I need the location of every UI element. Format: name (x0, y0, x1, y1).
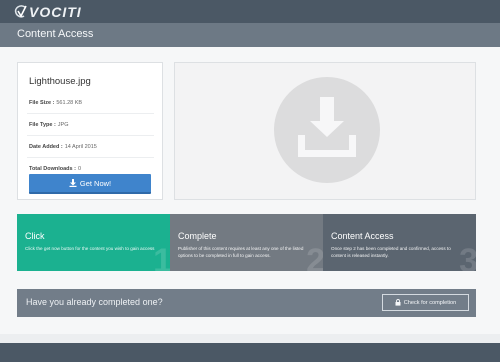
title-bar: Content Access (0, 23, 500, 47)
logo[interactable]: VOCITI (14, 2, 82, 21)
check-completion-bar: Have you already completed one? Check fo… (17, 289, 476, 317)
meta-value: 561.28 KB (56, 99, 83, 106)
download-placeholder-icon (274, 77, 380, 183)
get-now-button[interactable]: Get Now! (29, 174, 151, 194)
step-content-access: Content Access Once step 2 has been comp… (323, 214, 476, 271)
footer (0, 343, 500, 362)
lock-icon (395, 299, 401, 306)
file-info-card: Lighthouse.jpg File Size : 561.28 KB Fil… (17, 62, 163, 200)
get-now-label: Get Now! (79, 178, 112, 188)
meta-label: File Type : (29, 121, 56, 128)
meta-label: Date Added : (29, 143, 63, 150)
step-complete: Complete Publisher of this content requi… (170, 214, 323, 271)
meta-row-file-size: File Size : 561.28 KB (27, 92, 154, 114)
download-icon (69, 179, 77, 187)
top-bar: VOCITI (0, 0, 500, 23)
file-name: Lighthouse.jpg (29, 76, 91, 87)
logo-swirl-icon (14, 4, 27, 18)
file-preview (174, 62, 476, 200)
meta-label: Total Downloads : (29, 166, 76, 172)
meta-value: 0 (77, 166, 82, 172)
step-title: Complete (178, 231, 217, 241)
step-number: 3 (459, 242, 476, 271)
meta-label: File Size : (29, 99, 55, 106)
meta-row-date-added: Date Added : 14 April 2015 (27, 136, 154, 158)
step-title: Content Access (331, 231, 394, 241)
step-description: Once step 2 has been completed and confi… (331, 246, 451, 259)
meta-row-file-type: File Type : JPG (27, 114, 154, 136)
check-for-completion-button[interactable]: Check for completion (382, 294, 469, 311)
check-button-label: Check for completion (403, 299, 457, 306)
check-prompt: Have you already completed one? (26, 297, 163, 307)
step-number: 2 (306, 242, 323, 271)
step-number: 1 (153, 242, 170, 271)
steps-panel: Click Click the get now button for the c… (17, 214, 476, 271)
step-click: Click Click the get now button for the c… (17, 214, 170, 271)
meta-value: JPG (57, 121, 69, 128)
step-description: Click the get now button for the content… (25, 246, 155, 251)
step-title: Click (25, 231, 45, 241)
meta-value: 14 April 2015 (64, 143, 97, 150)
step-description: Publisher of this content requires at le… (178, 246, 304, 259)
logo-text: VOCITI (29, 3, 82, 20)
page-title: Content Access (17, 28, 94, 40)
